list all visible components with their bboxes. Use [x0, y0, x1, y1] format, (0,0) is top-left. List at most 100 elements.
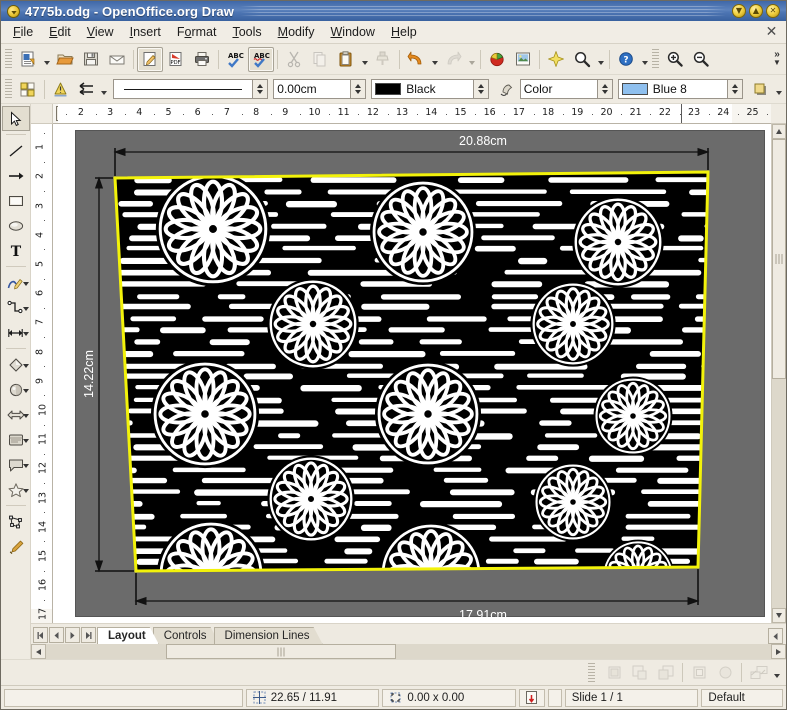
line-toolbar-overflow[interactable] [773, 77, 784, 102]
new-document-button[interactable] [15, 47, 41, 72]
last-layer-button[interactable] [81, 627, 96, 643]
crop-image-button[interactable] [745, 660, 771, 685]
vertical-ruler[interactable]: 1 2 3 4 5 6 7 8 9 10 11 12 13 14 15 16 17 [31, 124, 53, 623]
bring-to-front-button[interactable] [601, 660, 627, 685]
print-button[interactable] [189, 47, 215, 72]
menu-edit[interactable]: Edit [41, 22, 79, 42]
dimension-line-tool-dropdown[interactable] [22, 332, 29, 336]
arrange-toolbar-grip[interactable] [588, 662, 595, 683]
edit-file-button[interactable] [137, 46, 163, 72]
vertical-scroll-thumb[interactable] [772, 139, 786, 379]
stars-dropdown[interactable] [22, 489, 29, 493]
display-grid-button[interactable] [15, 77, 41, 102]
first-layer-button[interactable] [33, 627, 48, 643]
redo-button[interactable] [440, 47, 466, 72]
callouts-tool[interactable] [2, 452, 30, 477]
artwork-layer[interactable]: 20.88cm 14.22cm 17.91cm [53, 124, 771, 623]
line-color-spinner[interactable] [474, 79, 490, 99]
send-backward-button[interactable] [653, 660, 679, 685]
horizontal-ruler[interactable]: 2 3 4 5 6 7 8 9 10 11 12 13 14 15 16 17 18 19 20 21 22 23 24 25 [53, 104, 771, 124]
line-style-combo[interactable] [113, 79, 269, 99]
basic-shapes-dropdown[interactable] [22, 364, 29, 368]
menu-view[interactable]: View [79, 22, 122, 42]
line-style-spinner[interactable] [253, 79, 269, 99]
area-style-button[interactable] [494, 77, 520, 102]
drawing-canvas[interactable]: 20.88cm 14.22cm 17.91cm [53, 124, 771, 623]
export-pdf-button[interactable]: PDF [163, 47, 189, 72]
zoom-dropdown[interactable] [595, 47, 606, 72]
horizontal-scroll-thumb[interactable] [166, 644, 396, 659]
block-arrows-tool[interactable] [2, 402, 30, 427]
clone-formatting-button[interactable] [370, 47, 396, 72]
save-button[interactable] [78, 47, 104, 72]
line-width-combo[interactable]: 0.00cm [273, 79, 367, 99]
arrow-style-button[interactable] [73, 77, 99, 102]
open-button[interactable] [52, 47, 78, 72]
status-style[interactable]: Default [701, 688, 784, 707]
next-layer-button[interactable] [65, 627, 80, 643]
new-document-dropdown[interactable] [41, 47, 52, 72]
ellipse-tool[interactable] [2, 213, 30, 238]
menu-tools[interactable]: Tools [224, 22, 269, 42]
close-document-button[interactable]: ✕ [764, 24, 779, 39]
fill-color-combo[interactable]: Blue 8 [617, 79, 743, 99]
fill-style-spinner[interactable] [597, 79, 613, 99]
fill-style-combo[interactable]: Color [519, 79, 613, 99]
redo-dropdown[interactable] [466, 47, 477, 72]
copy-button[interactable] [307, 47, 333, 72]
autospellcheck-button[interactable]: ABC [248, 46, 274, 72]
line-style-preview[interactable] [113, 79, 254, 99]
undo-button[interactable] [403, 47, 429, 72]
callouts-dropdown[interactable] [22, 464, 29, 468]
previous-layer-button[interactable] [49, 627, 64, 643]
helplines-button[interactable] [48, 77, 74, 102]
line-color-field[interactable]: Black [371, 79, 475, 99]
zoom-button[interactable] [569, 47, 595, 72]
rectangle-tool[interactable] [2, 188, 30, 213]
vertical-scroll-track[interactable] [772, 139, 786, 608]
horizontal-scrollbar[interactable] [31, 644, 786, 659]
status-modified[interactable] [519, 688, 545, 707]
send-to-back-button[interactable] [686, 660, 712, 685]
menu-window[interactable]: Window [322, 22, 382, 42]
scroll-left-button[interactable] [31, 644, 46, 659]
basic-shapes-tool[interactable] [2, 352, 30, 377]
email-document-button[interactable] [104, 47, 130, 72]
scroll-down-button[interactable] [772, 608, 786, 623]
line-ends-with-arrow-tool[interactable] [2, 163, 30, 188]
menu-insert[interactable]: Insert [122, 22, 169, 42]
select-tool[interactable] [1, 106, 30, 131]
zoom-in-button[interactable] [662, 47, 688, 72]
zoom-out-button[interactable] [688, 47, 714, 72]
toolbar-grip[interactable] [5, 49, 12, 69]
symbol-shapes-tool[interactable] [2, 377, 30, 402]
flowchart-dropdown[interactable] [22, 439, 29, 443]
arrange-toolbar-overflow[interactable] [771, 660, 782, 685]
curve-tool[interactable] [2, 270, 30, 295]
dimension-line-tool[interactable] [2, 320, 30, 345]
toolbar-grip-2[interactable] [652, 49, 659, 69]
scroll-up-button[interactable] [772, 124, 786, 139]
line-width-value[interactable]: 0.00cm [273, 79, 352, 99]
insert-image-button[interactable] [510, 47, 536, 72]
status-slide[interactable]: Slide 1 / 1 [564, 688, 699, 707]
glue-points-tool[interactable] [2, 534, 30, 559]
line-toolbar-grip[interactable] [5, 79, 12, 99]
fill-color-spinner[interactable] [727, 79, 743, 99]
horizontal-scroll-track[interactable] [46, 644, 771, 659]
paste-dropdown[interactable] [359, 47, 370, 72]
curve-tool-dropdown[interactable] [22, 282, 29, 286]
canvas-surface[interactable]: 20.88cm 14.22cm 17.91cm [53, 124, 771, 623]
effects-button[interactable] [543, 47, 569, 72]
shadow-button[interactable] [748, 77, 774, 102]
stars-tool[interactable] [2, 477, 30, 502]
layer-tab-layout[interactable]: Layout [97, 627, 159, 644]
connector-tool-dropdown[interactable] [22, 307, 29, 311]
menu-format[interactable]: Format [169, 22, 225, 42]
scroll-right-button[interactable] [771, 644, 786, 659]
cut-button[interactable] [281, 47, 307, 72]
arrow-style-dropdown[interactable] [99, 77, 110, 102]
line-width-spinner[interactable] [351, 79, 367, 99]
line-color-combo[interactable]: Black [371, 79, 490, 99]
status-position[interactable]: 22.65 / 11.91 [245, 688, 380, 707]
